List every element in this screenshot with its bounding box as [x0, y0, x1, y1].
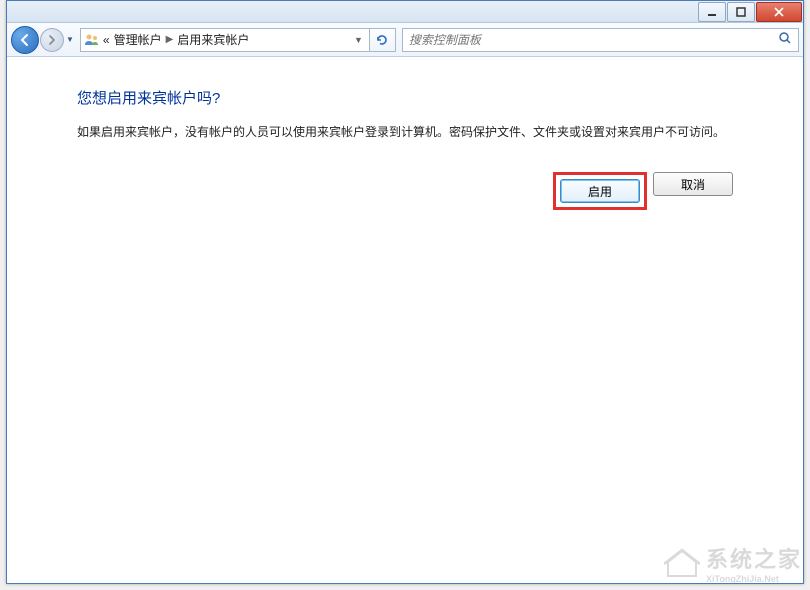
maximize-icon	[736, 7, 746, 17]
window-frame: ▼ « 管理帐户 ▶ 启用来宾帐户 ▼	[6, 0, 804, 584]
breadcrumb-item-1[interactable]: 管理帐户	[114, 31, 162, 48]
breadcrumb[interactable]: « 管理帐户 ▶ 启用来宾帐户 ▼	[80, 28, 370, 52]
user-accounts-icon	[83, 31, 101, 49]
breadcrumb-item-2[interactable]: 启用来宾帐户	[177, 31, 249, 48]
titlebar	[7, 1, 803, 23]
content-area: 您想启用来宾帐户吗? 如果启用来宾帐户，没有帐户的人员可以使用来宾帐户登录到计算…	[7, 57, 803, 230]
highlight-annotation: 启用	[553, 172, 647, 210]
forward-button[interactable]	[40, 28, 64, 52]
search-icon	[778, 31, 792, 48]
enable-button[interactable]: 启用	[560, 179, 640, 203]
back-button[interactable]	[11, 26, 39, 54]
breadcrumb-prefix: «	[103, 33, 110, 47]
page-heading: 您想启用来宾帐户吗?	[77, 87, 733, 108]
nav-bar: ▼ « 管理帐户 ▶ 启用来宾帐户 ▼	[7, 23, 803, 57]
close-button[interactable]	[756, 2, 802, 22]
arrow-right-icon	[46, 34, 58, 46]
search-input[interactable]	[409, 33, 778, 47]
breadcrumb-dropdown[interactable]: ▼	[354, 35, 367, 45]
maximize-button[interactable]	[727, 2, 755, 22]
page-description: 如果启用来宾帐户，没有帐户的人员可以使用来宾帐户登录到计算机。密码保护文件、文件…	[77, 122, 733, 142]
refresh-button[interactable]	[370, 28, 396, 52]
search-box[interactable]	[402, 28, 799, 52]
close-icon	[774, 7, 784, 17]
refresh-icon	[375, 33, 389, 47]
cancel-button[interactable]: 取消	[653, 172, 733, 196]
button-row: 启用 取消	[77, 172, 733, 210]
recent-dropdown[interactable]: ▼	[66, 35, 74, 44]
chevron-right-icon: ▶	[166, 34, 174, 45]
minimize-icon	[707, 7, 717, 17]
minimize-button[interactable]	[698, 2, 726, 22]
arrow-left-icon	[18, 33, 32, 47]
